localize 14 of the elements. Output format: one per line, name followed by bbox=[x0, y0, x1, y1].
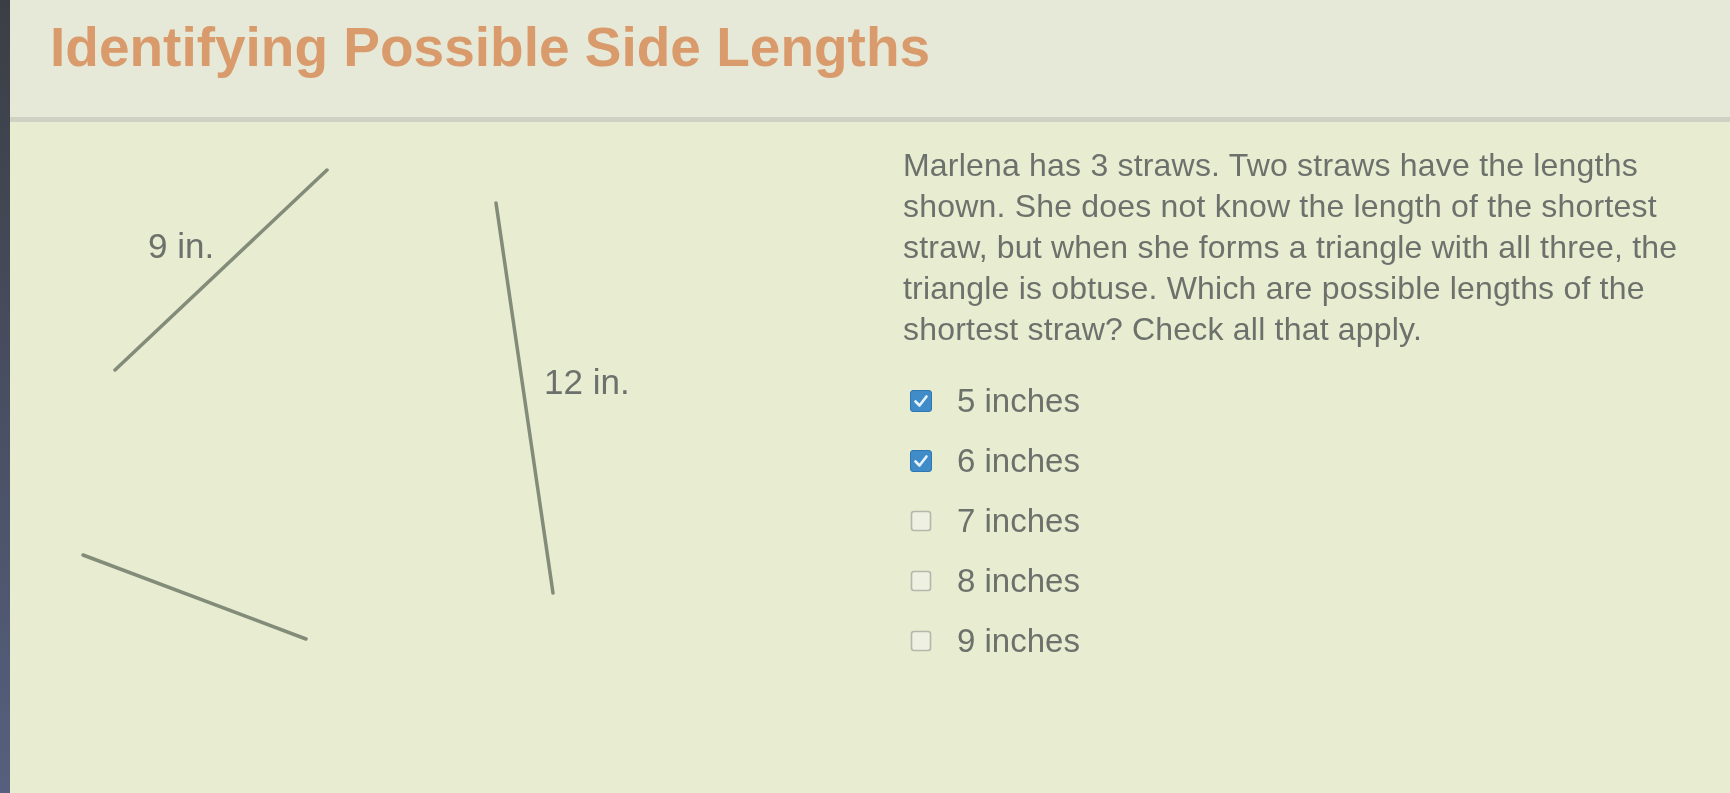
checkbox[interactable] bbox=[910, 390, 932, 412]
checkbox[interactable] bbox=[910, 630, 932, 652]
option-label[interactable]: 6 inches bbox=[957, 441, 1080, 481]
length-label: 12 in. bbox=[544, 362, 630, 401]
option-label[interactable]: 9 inches bbox=[957, 621, 1080, 661]
checkbox[interactable] bbox=[910, 450, 932, 472]
question-text: Marlena has 3 straws. Two straws have the lengths shown. She does not know the length of the shortest straw, but when she forms a triangle with all three, the triangle is obtuse. Which are possible lengths of the shortest straw? Check all that apply. bbox=[903, 146, 1679, 349]
lesson-title: Identifying Possible Side Lengths bbox=[50, 15, 932, 80]
checkbox[interactable] bbox=[910, 570, 932, 592]
option-label[interactable]: 8 inches bbox=[957, 561, 1080, 601]
option-label[interactable]: 7 inches bbox=[957, 501, 1080, 541]
checkbox[interactable] bbox=[910, 510, 932, 532]
option-label[interactable]: 5 inches bbox=[957, 381, 1080, 421]
length-label: 9 in. bbox=[148, 226, 215, 265]
